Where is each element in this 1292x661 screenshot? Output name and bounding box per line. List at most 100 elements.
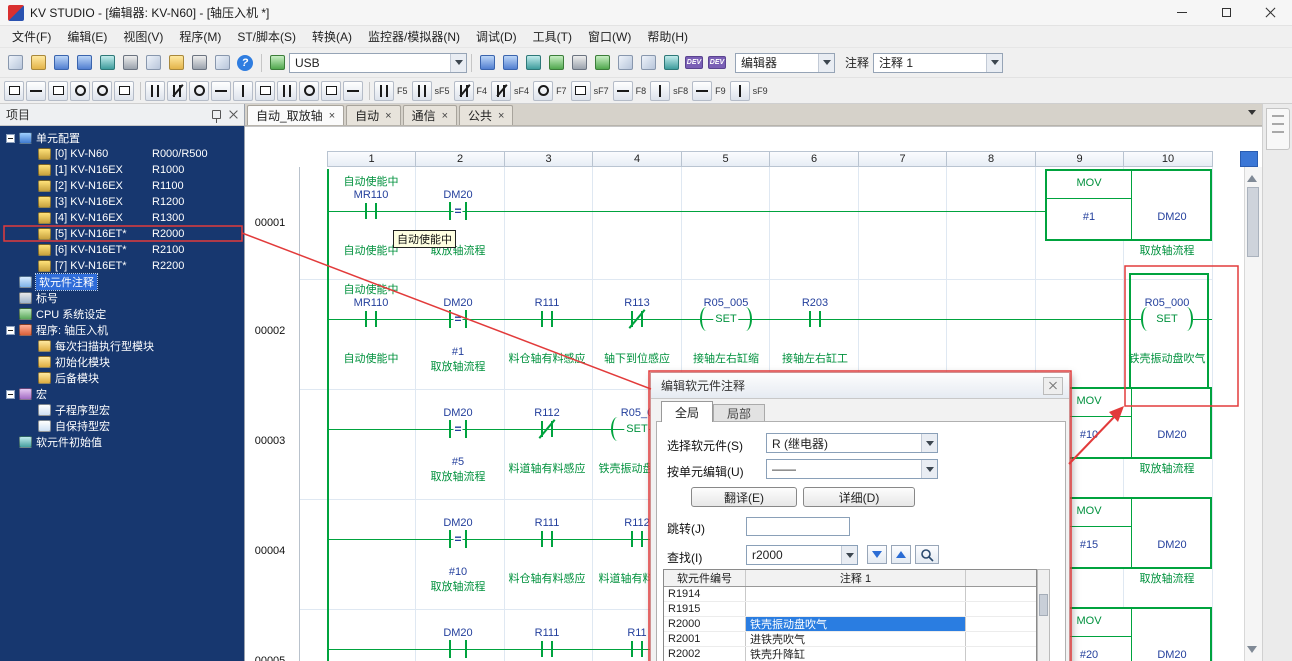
close-button[interactable] [1248,0,1292,25]
panel-close-icon[interactable] [229,110,238,119]
collapse-icon[interactable] [6,390,15,399]
tree-item-unit-7[interactable]: [7] KV-N16ET* R2200 [0,258,244,274]
pin-icon[interactable] [212,110,221,119]
mov-instruction-box[interactable]: MOV #15 DM20 [1045,497,1212,569]
device-cell[interactable]: R1914 [664,587,746,601]
device-cell[interactable]: R1915 [664,602,746,616]
table-row-selected[interactable]: R2000 铁壳振动盘吹气 [664,617,1036,632]
tree-item-device-comment[interactable]: 软元件注释 [0,274,244,290]
cut-icon[interactable] [119,52,141,74]
contact-symbol[interactable] [541,311,543,327]
comment-cell[interactable] [746,587,966,601]
edit-tool-8-icon[interactable] [299,81,319,101]
tree-item-unit-4[interactable]: [4] KV-N16EX R1300 [0,210,244,226]
dialog-title-bar[interactable]: 编辑软元件注释 [651,373,1069,399]
tree-item-unit-1[interactable]: [1] KV-N16EX R1000 [0,162,244,178]
or-contact-button[interactable] [412,81,432,101]
find-mode-button[interactable] [915,545,939,564]
tree-item-unit-0[interactable]: [0] KV-N60 R000/R500 [0,146,244,162]
connection-monitor-icon[interactable] [266,52,288,74]
del-vline-button[interactable] [730,81,750,101]
minimize-button[interactable] [1160,0,1204,25]
compare-contact-symbol[interactable] [449,310,451,328]
dev-monitor-icon-1[interactable]: DEV [683,52,705,74]
rung-number[interactable]: 00002 [245,325,295,337]
edit-tool-1-icon[interactable] [145,81,165,101]
menu-program[interactable]: 程序(M) [171,26,229,48]
find-combo[interactable]: r2000 [746,545,858,565]
collapse-icon[interactable] [6,134,15,143]
tree-item-unit-3[interactable]: [3] KV-N16EX R1200 [0,194,244,210]
open-project-icon[interactable] [27,52,49,74]
tree-item-label-list[interactable]: 标号 [0,290,244,306]
mail-icon[interactable] [114,81,134,101]
tab-list-dropdown-icon[interactable] [1248,110,1256,119]
properties-autohide-tab[interactable] [1266,108,1290,150]
comment-set-select[interactable]: 注释 1 [873,53,1003,73]
dropdown-arrow-icon[interactable] [818,54,834,72]
dialog-tab-local[interactable]: 局部 [713,404,765,422]
rung-number[interactable]: 00003 [245,435,295,447]
contact-symbol[interactable] [541,641,543,657]
del-hline-button[interactable] [692,81,712,101]
scroll-up-icon[interactable] [1247,170,1257,182]
print-icon[interactable] [188,52,210,74]
compare-contact-symbol[interactable] [449,420,451,438]
transfer-plc-to-pc-icon[interactable] [499,52,521,74]
menu-view[interactable]: 视图(V) [115,26,171,48]
contact-symbol[interactable] [541,531,543,547]
mode-select[interactable]: 编辑器 [735,53,835,73]
edit-tool-5-icon[interactable] [233,81,253,101]
find-prev-button[interactable] [891,545,911,564]
coil-symbol[interactable] [739,307,752,331]
verify-icon[interactable] [522,52,544,74]
monitor-mode-icon[interactable] [545,52,567,74]
save-as-icon[interactable] [73,52,95,74]
transfer-pc-to-plc-icon[interactable] [476,52,498,74]
tree-item-unit-2[interactable]: [2] KV-N16EX R1100 [0,178,244,194]
contact-symbol[interactable] [631,641,633,657]
comment-cell[interactable]: 进铁壳吹气 [746,632,966,646]
detail-button[interactable]: 详细(D) [803,487,915,507]
dropdown-arrow-icon[interactable] [450,54,466,72]
contact-symbol[interactable] [365,311,367,327]
contact-symbol[interactable] [365,203,367,219]
device-comment-table[interactable]: 软元件编号 注释 1 R1914 R1915 R2000 铁壳振动盘吹气 R20… [663,569,1037,661]
jump-input[interactable] [746,517,850,536]
mov-instruction-box[interactable]: MOV #20 DM20 [1045,607,1212,661]
function-button[interactable] [571,81,591,101]
vline-button[interactable] [650,81,670,101]
mov-instruction-box[interactable]: MOV #10 DM20 [1045,387,1212,459]
find-next-button[interactable] [867,545,887,564]
contact-symbol[interactable] [809,311,811,327]
contact-symbol[interactable] [375,311,377,327]
comment-cell-selected[interactable]: 铁壳振动盘吹气 [746,617,966,631]
export-icon[interactable] [96,52,118,74]
print-preview-icon[interactable] [211,52,233,74]
unit-edit-combo[interactable]: ―― [766,459,938,479]
collapse-icon[interactable] [6,326,15,335]
tab-close-icon[interactable]: × [442,110,448,122]
scroll-down-icon[interactable] [1247,646,1257,658]
menu-file[interactable]: 文件(F) [4,26,59,48]
dropdown-arrow-icon[interactable] [841,546,857,564]
compare-contact-symbol[interactable] [449,202,451,220]
edit-tool-9-icon[interactable] [321,81,341,101]
contact-symbol[interactable] [631,531,633,547]
ladder-vertical-scrollbar[interactable] [1244,167,1262,661]
dialog-tab-global[interactable]: 全局 [661,401,713,422]
contact-symbol[interactable] [641,531,643,547]
web-monitor-icon[interactable] [660,52,682,74]
maximize-button[interactable] [1204,0,1248,25]
nc-contact-button[interactable] [454,81,474,101]
contact-symbol[interactable] [551,641,553,657]
menu-window[interactable]: 窗口(W) [580,26,639,48]
menu-st-script[interactable]: ST/脚本(S) [229,26,304,48]
menu-edit[interactable]: 编辑(E) [59,26,115,48]
zoom-in-icon[interactable] [70,81,90,101]
tree-item-cpu-settings[interactable]: CPU 系统设定 [0,306,244,322]
table-scrollbar[interactable] [1037,569,1050,661]
contact-symbol[interactable] [819,311,821,327]
compare-contact-symbol[interactable] [465,420,467,438]
tree-item-selfhold-macro[interactable]: 自保持型宏 [0,418,244,434]
